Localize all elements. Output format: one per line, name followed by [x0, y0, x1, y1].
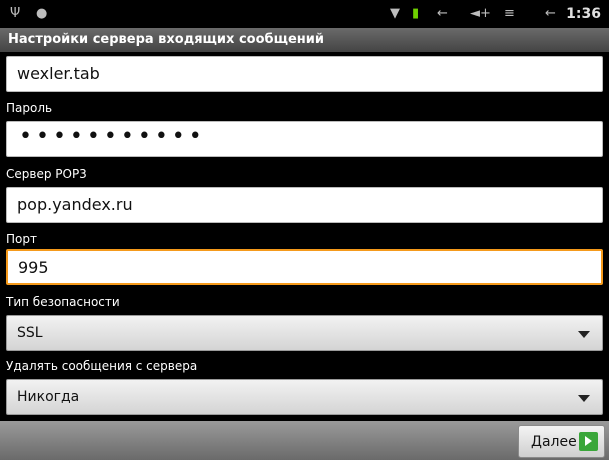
server-field[interactable]: pop.yandex.ru: [6, 187, 603, 223]
password-label: Пароль: [6, 101, 53, 115]
home-icon[interactable]: ←: [545, 6, 556, 22]
clock: 1:36: [566, 6, 601, 22]
port-value: 995: [18, 258, 49, 277]
usb-icon: Ψ: [10, 6, 21, 21]
android-icon: ●: [36, 6, 48, 21]
security-type-select[interactable]: SSL: [6, 315, 603, 351]
wifi-icon: ▼: [390, 6, 400, 21]
page-title: Настройки сервера входящих сообщений: [8, 32, 324, 47]
security-label: Тип безопасности: [6, 295, 120, 309]
delete-label: Удалять сообщения с сервера: [6, 359, 198, 373]
security-value: SSL: [17, 325, 43, 341]
port-field[interactable]: 995: [6, 249, 603, 285]
password-value: •••••••••••: [19, 124, 206, 149]
delete-value: Никогда: [17, 389, 80, 405]
battery-icon: ▮: [412, 6, 420, 21]
port-label: Порт: [6, 232, 37, 246]
chevron-down-icon: [578, 331, 590, 338]
back-nav-icon[interactable]: ←: [437, 6, 448, 22]
chevron-down-icon: [578, 395, 590, 402]
arrow-right-icon: [579, 432, 598, 451]
password-field[interactable]: •••••••••••: [6, 121, 603, 157]
menu-icon[interactable]: ≡: [504, 6, 515, 22]
status-bar: Ψ ● ▼ ▮ ← ◄+ ≡ ← 1:36: [0, 0, 609, 28]
server-label: Сервер POP3: [6, 167, 87, 181]
title-bar: Настройки сервера входящих сообщений: [0, 28, 609, 52]
next-button[interactable]: Далее: [518, 425, 605, 458]
next-button-label: Далее: [531, 434, 577, 450]
delete-messages-select[interactable]: Никогда: [6, 379, 603, 415]
server-value: pop.yandex.ru: [17, 195, 133, 214]
username-value: wexler.tab: [17, 64, 100, 83]
username-field[interactable]: wexler.tab: [6, 56, 603, 92]
volume-icon[interactable]: ◄+: [470, 6, 491, 22]
